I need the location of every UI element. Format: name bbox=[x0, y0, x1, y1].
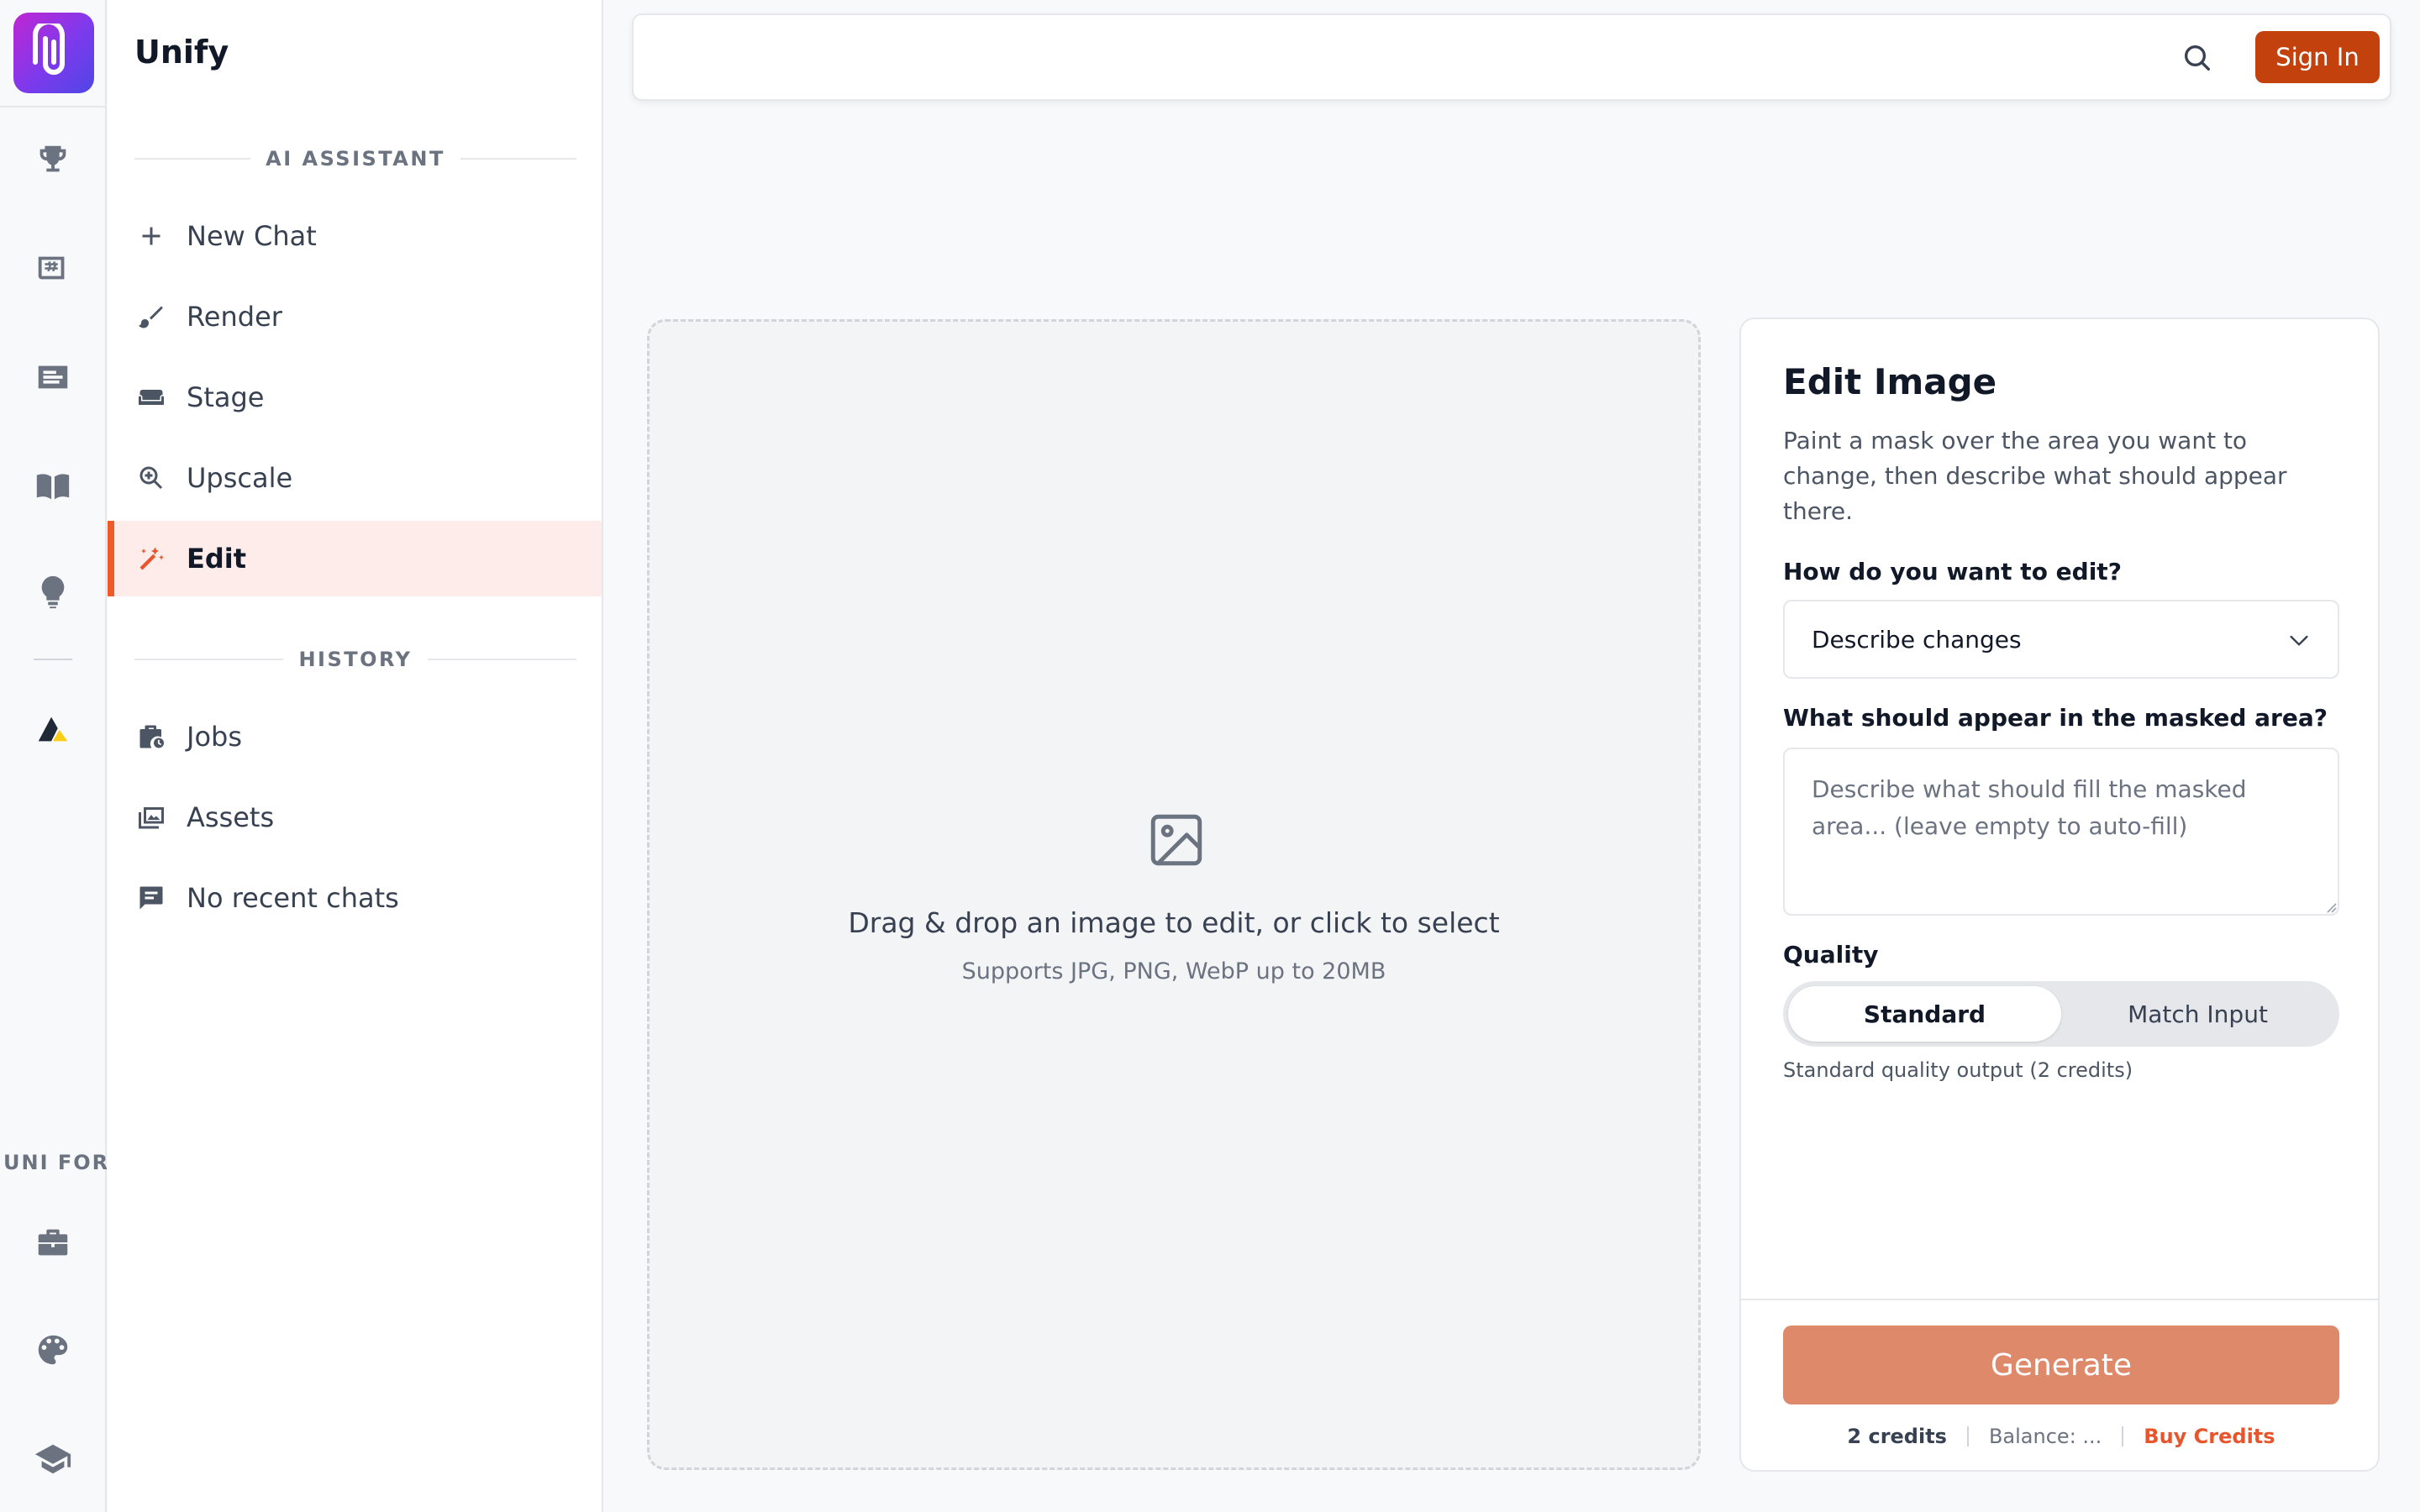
credit-balance: Balance: ... bbox=[1988, 1425, 2102, 1448]
rail-separator bbox=[34, 659, 72, 660]
book-icon[interactable] bbox=[29, 462, 77, 511]
paperclip-logo-icon bbox=[33, 24, 65, 75]
image-dropzone[interactable]: Drag & drop an image to edit, or click t… bbox=[647, 319, 1701, 1470]
prompt-label: What should appear in the masked area? bbox=[1783, 704, 2328, 732]
edit-mode-select[interactable]: Describe changes bbox=[1783, 600, 2339, 679]
briefcase-icon[interactable] bbox=[29, 1218, 77, 1267]
quality-option-standard[interactable]: Standard bbox=[1788, 986, 2061, 1042]
sidebar-item-label: Upscale bbox=[187, 462, 293, 494]
panel-title: Edit Image bbox=[1783, 361, 1997, 402]
trophy-icon[interactable] bbox=[29, 136, 77, 185]
credit-cost: 2 credits bbox=[1847, 1425, 1947, 1448]
brush-icon bbox=[134, 300, 168, 333]
generate-button[interactable]: Generate bbox=[1783, 1326, 2339, 1404]
sidebar-item-label: Edit bbox=[187, 543, 247, 575]
sidebar-item-label: Assets bbox=[187, 801, 275, 833]
credits-row: 2 credits Balance: ... Buy Credits bbox=[1783, 1420, 2339, 1453]
quality-option-match-input[interactable]: Match Input bbox=[2061, 986, 2334, 1042]
sidebar-item-render[interactable]: Render bbox=[108, 279, 602, 354]
sidebar-item-edit[interactable]: Edit bbox=[108, 521, 602, 596]
top-search-bar: Sign In bbox=[632, 13, 2391, 101]
chat-icon bbox=[134, 881, 168, 915]
icon-rail: UNI FOR bbox=[0, 0, 107, 1512]
image-stack-icon bbox=[134, 801, 168, 834]
sidebar-item-assets[interactable]: Assets bbox=[108, 780, 602, 855]
sidebar-item-label: Jobs bbox=[187, 721, 242, 753]
zoom-icon bbox=[134, 461, 168, 495]
divider-line bbox=[460, 158, 576, 160]
quality-toggle: Standard Match Input bbox=[1783, 981, 2339, 1047]
sidebar-item-label: Stage bbox=[187, 381, 265, 413]
brand-mark-icon[interactable] bbox=[29, 704, 77, 753]
edit-image-panel: Edit Image Paint a mask over the area yo… bbox=[1739, 318, 2380, 1472]
articles-icon[interactable] bbox=[29, 353, 77, 402]
jobs-icon bbox=[134, 720, 168, 753]
edit-mode-value: Describe changes bbox=[1812, 625, 2022, 654]
sign-in-button[interactable]: Sign In bbox=[2255, 31, 2380, 83]
sidebar-panel: Unify AI ASSISTANT New Chat Render Stage… bbox=[108, 0, 603, 1512]
sidebar-item-label: No recent chats bbox=[187, 882, 399, 914]
divider bbox=[1966, 1426, 1969, 1446]
sidebar-item-stage[interactable]: Stage bbox=[108, 360, 602, 435]
sofa-icon bbox=[134, 381, 168, 414]
sidebar-item-upscale[interactable]: Upscale bbox=[108, 440, 602, 516]
divider-line bbox=[134, 659, 284, 660]
news-icon[interactable] bbox=[29, 244, 77, 292]
image-placeholder-icon bbox=[1145, 809, 1207, 871]
buy-credits-link[interactable]: Buy Credits bbox=[2144, 1425, 2275, 1448]
lightbulb-icon[interactable] bbox=[29, 568, 77, 617]
divider-line bbox=[134, 158, 251, 160]
dropzone-subtitle: Supports JPG, PNG, WebP up to 20MB bbox=[961, 958, 1386, 984]
rail-divider bbox=[0, 106, 107, 108]
app-name: Unify bbox=[134, 34, 229, 71]
sidebar-item-label: Render bbox=[187, 301, 282, 333]
sidebar-item-label: New Chat bbox=[187, 220, 317, 252]
chevron-down-icon bbox=[2290, 635, 2308, 646]
section-ai-assistant: AI ASSISTANT bbox=[134, 146, 576, 171]
edit-mode-label: How do you want to edit? bbox=[1783, 558, 2122, 585]
section-title: HISTORY bbox=[298, 648, 413, 671]
search-input[interactable] bbox=[650, 27, 1944, 87]
dropzone-title: Drag & drop an image to edit, or click t… bbox=[848, 906, 1500, 939]
sidebar-item-new-chat[interactable]: New Chat bbox=[108, 198, 602, 274]
divider bbox=[2122, 1426, 2124, 1446]
footer-divider bbox=[1741, 1299, 2378, 1300]
palette-icon[interactable] bbox=[29, 1326, 77, 1374]
quality-label: Quality bbox=[1783, 941, 1879, 969]
sidebar-item-recent-chats[interactable]: No recent chats bbox=[108, 860, 602, 936]
plus-icon bbox=[134, 219, 168, 253]
panel-description: Paint a mask over the area you want to c… bbox=[1783, 427, 2287, 525]
magic-wand-icon bbox=[134, 542, 168, 575]
quality-note: Standard quality output (2 credits) bbox=[1783, 1058, 2133, 1082]
section-history: HISTORY bbox=[134, 647, 576, 672]
graduation-cap-icon[interactable] bbox=[29, 1435, 77, 1483]
search-icon[interactable] bbox=[2176, 37, 2218, 79]
rail-section-label: UNI FOR bbox=[3, 1151, 107, 1174]
section-title: AI ASSISTANT bbox=[266, 147, 445, 171]
resize-grip-icon[interactable] bbox=[2324, 900, 2338, 914]
divider-line bbox=[427, 659, 576, 660]
app-logo[interactable] bbox=[13, 13, 94, 93]
mask-prompt-textarea[interactable] bbox=[1783, 748, 2339, 916]
sidebar-item-jobs[interactable]: Jobs bbox=[108, 699, 602, 774]
